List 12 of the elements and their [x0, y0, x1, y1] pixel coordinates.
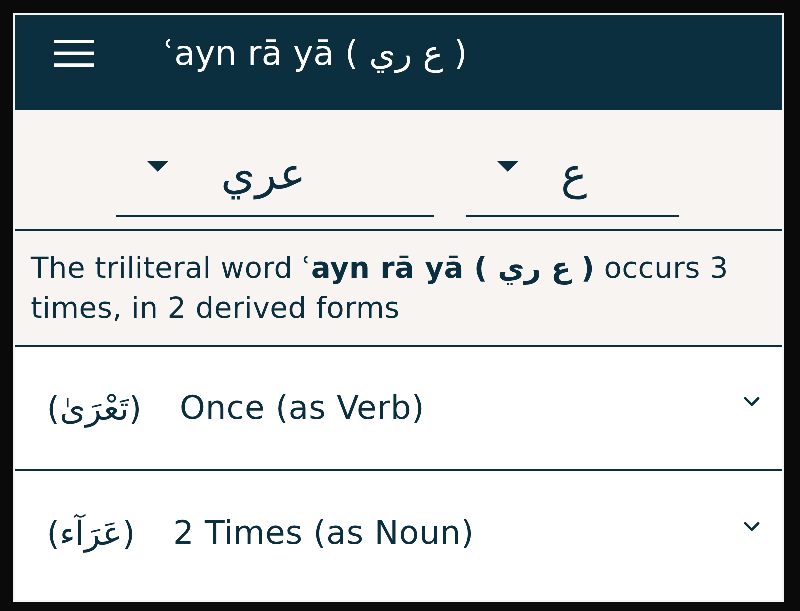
form-label: Once (as Verb): [180, 389, 425, 427]
chevron-icon[interactable]: [744, 522, 760, 532]
caret-icon: [497, 161, 519, 172]
chevron-icon[interactable]: [744, 397, 760, 407]
root-select[interactable]: ع: [466, 146, 679, 217]
root-select[interactable]: عري: [116, 146, 434, 217]
form-label: 2 Times (as Noun): [173, 514, 474, 552]
page-title: ʿayn rā yā ( ع ري ): [164, 34, 468, 74]
arabic-word: (عَرَآء): [47, 514, 136, 552]
arabic-word: (تَعْرَىٰ): [47, 388, 142, 428]
caret-icon: [147, 161, 169, 172]
menu-icon[interactable]: [54, 40, 94, 67]
